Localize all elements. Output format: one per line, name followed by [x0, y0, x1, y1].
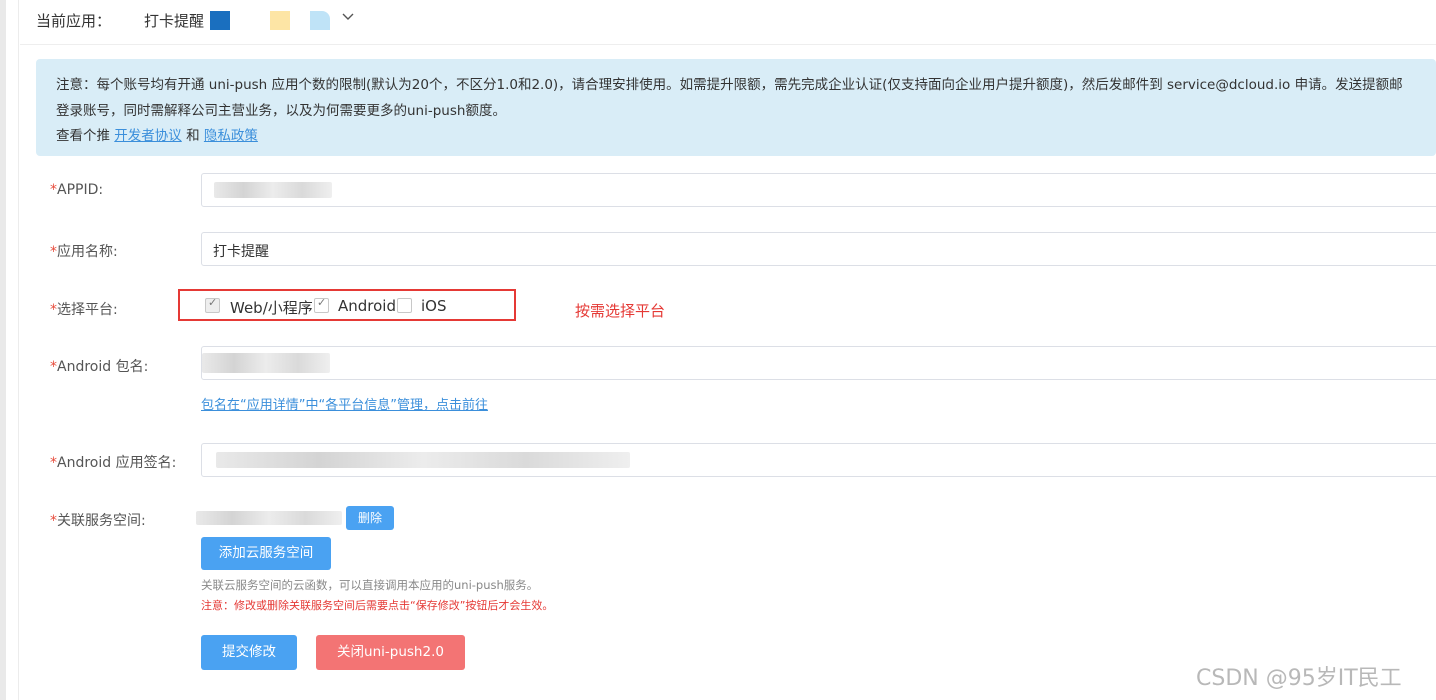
app-name-input[interactable]: 打卡提醒: [201, 232, 1436, 266]
add-cloud-space-button[interactable]: 添加云服务空间: [201, 537, 331, 570]
appid-label: *APPID:: [50, 182, 104, 198]
close-uni-push-button[interactable]: 关闭uni-push2.0: [316, 635, 465, 670]
app-icon-swatch-blue: [210, 11, 230, 30]
cloud-space-label: *关联服务空间:: [50, 513, 146, 529]
current-app-name: 打卡提醒: [144, 12, 205, 30]
notice-and: 和: [186, 128, 200, 144]
submit-changes-button[interactable]: 提交修改: [201, 635, 297, 670]
app-name-value: 打卡提醒: [213, 244, 269, 260]
app-header: 当前应用： 打卡提醒: [20, 0, 1436, 45]
privacy-policy-link[interactable]: 隐私政策: [204, 128, 258, 144]
android-label: Android: [338, 297, 396, 315]
platform-annotation: 按需选择平台: [575, 302, 666, 320]
chevron-down-icon[interactable]: [342, 10, 354, 26]
uni-push-notice: 注意：每个账号均有开通 uni-push 应用个数的限制(默认为20个，不区分1…: [36, 59, 1436, 156]
notice-line-3: 查看个推 开发者协议 和 隐私政策: [56, 124, 258, 144]
package-details-link[interactable]: 包名在“应用详情”中“各平台信息”管理，点击前往: [201, 394, 488, 413]
ios-label: iOS: [421, 297, 447, 315]
appid-input[interactable]: [201, 173, 1436, 207]
notice-prefix: 查看个推: [56, 128, 110, 144]
notice-line-1: 注意：每个账号均有开通 uni-push 应用个数的限制(默认为20个，不区分1…: [56, 77, 1403, 93]
current-app-label: 当前应用：: [36, 12, 112, 30]
app-icon-swatch-yellow: [270, 11, 290, 30]
cloud-space-warning: 注意：修改或删除关联服务空间后需要点击“保存修改”按钮后才会生效。: [201, 599, 554, 612]
android-checkbox[interactable]: ✓: [314, 296, 329, 313]
redacted-cloud-space: [196, 511, 342, 525]
web-miniapp-label: Web/小程序: [230, 299, 313, 317]
delete-cloud-space-button[interactable]: 删除: [346, 506, 394, 530]
android-signature-label: *Android 应用签名:: [50, 455, 177, 471]
web-miniapp-checkbox[interactable]: ✓: [205, 296, 220, 313]
android-package-label: *Android 包名:: [50, 359, 149, 375]
page-left-border: [0, 0, 6, 700]
redacted-package: [202, 353, 330, 373]
app-name-label: *应用名称:: [50, 244, 118, 260]
redacted-appid: [214, 182, 332, 198]
ios-checkbox[interactable]: [397, 298, 412, 313]
android-signature-input[interactable]: [201, 443, 1436, 477]
app-icon-swatch-lightblue: [310, 11, 330, 30]
android-package-input[interactable]: [201, 346, 1436, 380]
platform-label: *选择平台:: [50, 302, 118, 318]
cloud-space-hint: 关联云服务空间的云函数，可以直接调用本应用的uni-push服务。: [201, 578, 539, 592]
redacted-signature: [216, 452, 630, 468]
notice-line-2: 登录账号，同时需解释公司主营业务，以及为何需要更多的uni-push额度。: [56, 103, 506, 119]
csdn-watermark: CSDN @95岁IT民工: [1196, 666, 1402, 691]
developer-agreement-link[interactable]: 开发者协议: [114, 128, 182, 144]
content-divider: [18, 0, 19, 700]
